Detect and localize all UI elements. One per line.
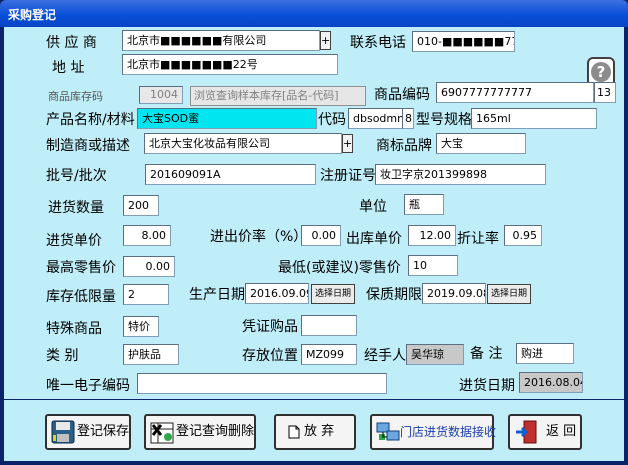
address-field[interactable]: 北京市■■■■■■■22号 — [122, 54, 338, 75]
remark-field[interactable]: 购进 — [516, 343, 574, 364]
manufacturer-field[interactable]: 北京大宝化妆品有限公司 — [144, 133, 342, 154]
brand-field[interactable]: 大宝 — [436, 133, 526, 154]
back-button-label: 返 回 — [546, 424, 577, 439]
stock-code-label: 商品库存码 — [48, 90, 103, 103]
brand-label: 商标品牌 — [376, 138, 432, 154]
location-label: 存放位置 — [242, 348, 298, 364]
out-price-label: 出库单价 — [346, 231, 402, 247]
min-retail-label: 最低(或建议)零售价 — [278, 260, 401, 276]
in-date-label: 进货日期 — [459, 378, 515, 394]
store-receive-label: 门店进货数据接收 — [400, 425, 497, 439]
form-panel: 供 应 商 北京市■■■■■■有限公司 + 联系电话 010-■■■■■■77 … — [4, 27, 624, 399]
document-icon — [288, 425, 300, 439]
product-name-label: 产品名称/材料 — [46, 112, 135, 128]
supplier-dropdown-button[interactable]: + — [320, 31, 331, 50]
floppy-disk-icon — [51, 420, 75, 444]
manufacturer-label: 制造商或描述 — [46, 138, 130, 154]
product-code-field[interactable]: 6907777777777 — [436, 82, 594, 103]
reg-no-label: 注册证号 — [320, 168, 376, 184]
query-delete-label: 登记查询删除 — [176, 424, 255, 439]
category-field[interactable]: 护肤品 — [123, 344, 179, 365]
max-retail-field[interactable]: 0.00 — [123, 256, 175, 277]
handler-field[interactable]: 吴华琼 — [406, 344, 464, 365]
batch-field[interactable]: 201609091A — [145, 164, 316, 185]
expiry-label: 保质期限 — [366, 287, 422, 303]
phone-label: 联系电话 — [350, 35, 406, 51]
expiry-picker-button[interactable]: 选择日期 — [487, 284, 531, 304]
in-price-label: 进货单价 — [46, 233, 102, 249]
supplier-field[interactable]: 北京市■■■■■■有限公司 — [122, 30, 320, 51]
question-icon: ? — [591, 62, 611, 82]
reg-no-field[interactable]: 妆卫字京201399898 — [375, 164, 546, 185]
product-name-field[interactable]: 大宝SOD蜜 — [137, 108, 317, 129]
spec-field[interactable]: 165ml — [471, 108, 597, 129]
prod-date-label: 生产日期 — [189, 287, 245, 303]
code-label: 代码 — [318, 112, 346, 128]
network-computers-icon — [376, 422, 400, 441]
address-label: 地 址 — [52, 60, 85, 76]
code-field[interactable]: dbsodmmm — [348, 108, 403, 129]
back-button[interactable]: 返 回 — [508, 414, 582, 450]
in-price-field[interactable]: 8.00 — [123, 225, 171, 246]
save-button-label: 登记保存 — [77, 424, 130, 439]
exit-door-icon — [516, 420, 537, 444]
remark-label: 备 注 — [470, 346, 503, 362]
markup-label: 进出价率（%） — [210, 229, 308, 245]
voucher-label: 凭证购品 — [242, 319, 298, 335]
prod-date-field[interactable]: 2016.09.09 — [245, 283, 309, 304]
button-bar: 登记保存 登记查询删除 放 弃 门店进货数据接收 返 回 — [4, 399, 624, 461]
ecode-field[interactable] — [137, 373, 387, 394]
qty-label: 进货数量 — [48, 200, 104, 216]
expiry-field[interactable]: 2019.09.08 — [422, 283, 486, 304]
save-button[interactable]: 登记保存 — [45, 414, 131, 450]
spec-label: 型号规格 — [416, 112, 472, 128]
prod-date-picker-button[interactable]: 选择日期 — [311, 284, 355, 304]
query-delete-button[interactable]: 登记查询删除 — [144, 414, 256, 450]
product-code-label: 商品编码 — [374, 87, 430, 103]
qty-field[interactable]: 200 — [123, 195, 159, 216]
min-stock-field[interactable]: 2 — [123, 284, 169, 305]
discount-label: 折让率 — [457, 231, 499, 247]
stock-code-field: 1004 — [139, 86, 183, 104]
phone-field[interactable]: 010-■■■■■■77 — [412, 31, 515, 52]
handler-label: 经手人 — [364, 348, 406, 364]
unit-label: 单位 — [359, 199, 387, 215]
voucher-field[interactable] — [301, 315, 357, 336]
code-length: 8 — [402, 108, 414, 129]
ecode-label: 唯一电子编码 — [46, 378, 130, 394]
special-field[interactable]: 特价 — [123, 316, 159, 337]
special-label: 特殊商品 — [46, 321, 102, 337]
browse-sample-button[interactable]: 浏览查询样本库存[品名-代码] — [190, 86, 366, 106]
batch-label: 批号/批次 — [46, 168, 107, 184]
abandon-button-label: 放 弃 — [304, 424, 335, 439]
out-price-field[interactable]: 12.00 — [408, 225, 456, 246]
max-retail-label: 最高零售价 — [46, 260, 116, 276]
window: 采购登记 供 应 商 北京市■■■■■■有限公司 + 联系电话 010-■■■■… — [0, 0, 628, 465]
discount-field[interactable]: 0.95 — [504, 225, 542, 246]
title-bar: 采购登记 — [0, 0, 628, 27]
markup-field[interactable]: 0.00 — [301, 225, 341, 246]
table-delete-icon — [150, 422, 174, 444]
category-label: 类 别 — [46, 348, 79, 364]
location-field[interactable]: MZ099 — [301, 344, 357, 365]
product-code-length: 13 — [594, 82, 616, 103]
min-retail-field[interactable]: 10 — [408, 255, 458, 276]
min-stock-label: 库存低限量 — [46, 289, 116, 305]
window-title: 采购登记 — [8, 8, 57, 22]
manufacturer-dropdown-button[interactable]: + — [342, 134, 353, 153]
store-receive-button[interactable]: 门店进货数据接收 — [370, 414, 497, 450]
in-date-field[interactable]: 2016.08.04 — [519, 372, 583, 393]
abandon-button[interactable]: 放 弃 — [274, 414, 356, 450]
supplier-label: 供 应 商 — [46, 35, 97, 51]
unit-field[interactable]: 瓶 — [404, 194, 444, 215]
